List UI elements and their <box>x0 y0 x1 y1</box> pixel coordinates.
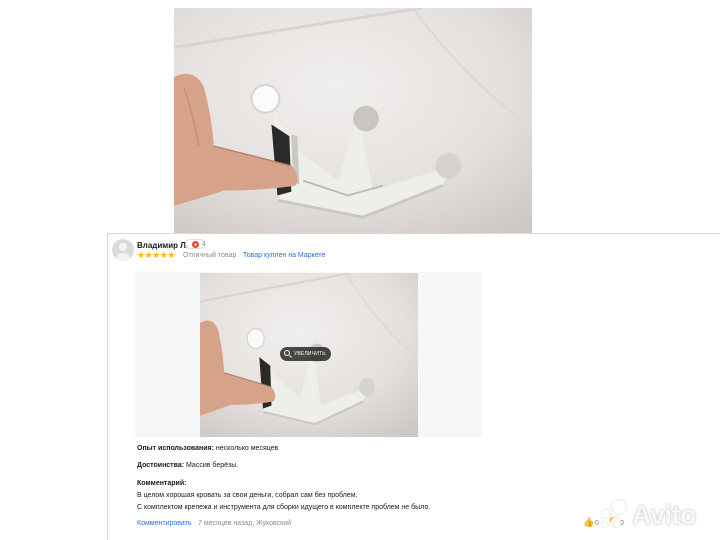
likes-count: 0 <box>595 520 599 527</box>
experience-label: Опыт использования: <box>137 445 214 452</box>
badge-icon <box>192 241 199 248</box>
review-card: Владимир Л. 4 ★★★★★ Отличный товар Товар… <box>107 233 720 540</box>
experience-value: несколько месяцев <box>215 445 279 452</box>
review-gallery: Увеличить <box>135 272 482 437</box>
author-name[interactable]: Владимир Л. <box>137 241 188 250</box>
advantages-label: Достоинства: <box>137 462 185 469</box>
crown-photo-image <box>174 8 532 235</box>
rating-text: Отличный товар <box>183 252 237 259</box>
comment-label: Комментарий: <box>137 480 187 487</box>
comment-text-line-2: С комплектом крепежа и инструмента для с… <box>137 504 431 511</box>
dislikes-count: 0 <box>620 520 624 527</box>
thumbs-up-icon[interactable]: 👍 <box>583 517 594 528</box>
search-icon <box>284 350 290 356</box>
advantages-field: Достоинства: Массив берёзы. <box>137 462 238 469</box>
purchase-link[interactable]: Товар куплен на Маркете <box>243 252 325 259</box>
avatar[interactable] <box>112 239 134 261</box>
product-photo[interactable] <box>174 8 532 235</box>
advantages-value: Массив берёзы. <box>186 462 239 469</box>
comment-text-line-1: В целом хорошая кровать за свои деньги, … <box>137 492 358 499</box>
comment-link[interactable]: Комментировать <box>137 520 192 527</box>
rating-stars: ★★★★★ <box>137 250 175 260</box>
screenshot: Владимир Л. 4 ★★★★★ Отличный товар Товар… <box>0 0 720 540</box>
review-meta: 7 месяцев назад, Жуковский <box>198 520 292 527</box>
zoom-button[interactable]: Увеличить <box>280 347 331 361</box>
thumbs-down-icon[interactable]: 👎 <box>608 517 619 528</box>
badge-count: 4 <box>202 241 206 248</box>
experience-field: Опыт использования: несколько месяцев <box>137 445 278 452</box>
zoom-label: Увеличить <box>294 351 326 357</box>
